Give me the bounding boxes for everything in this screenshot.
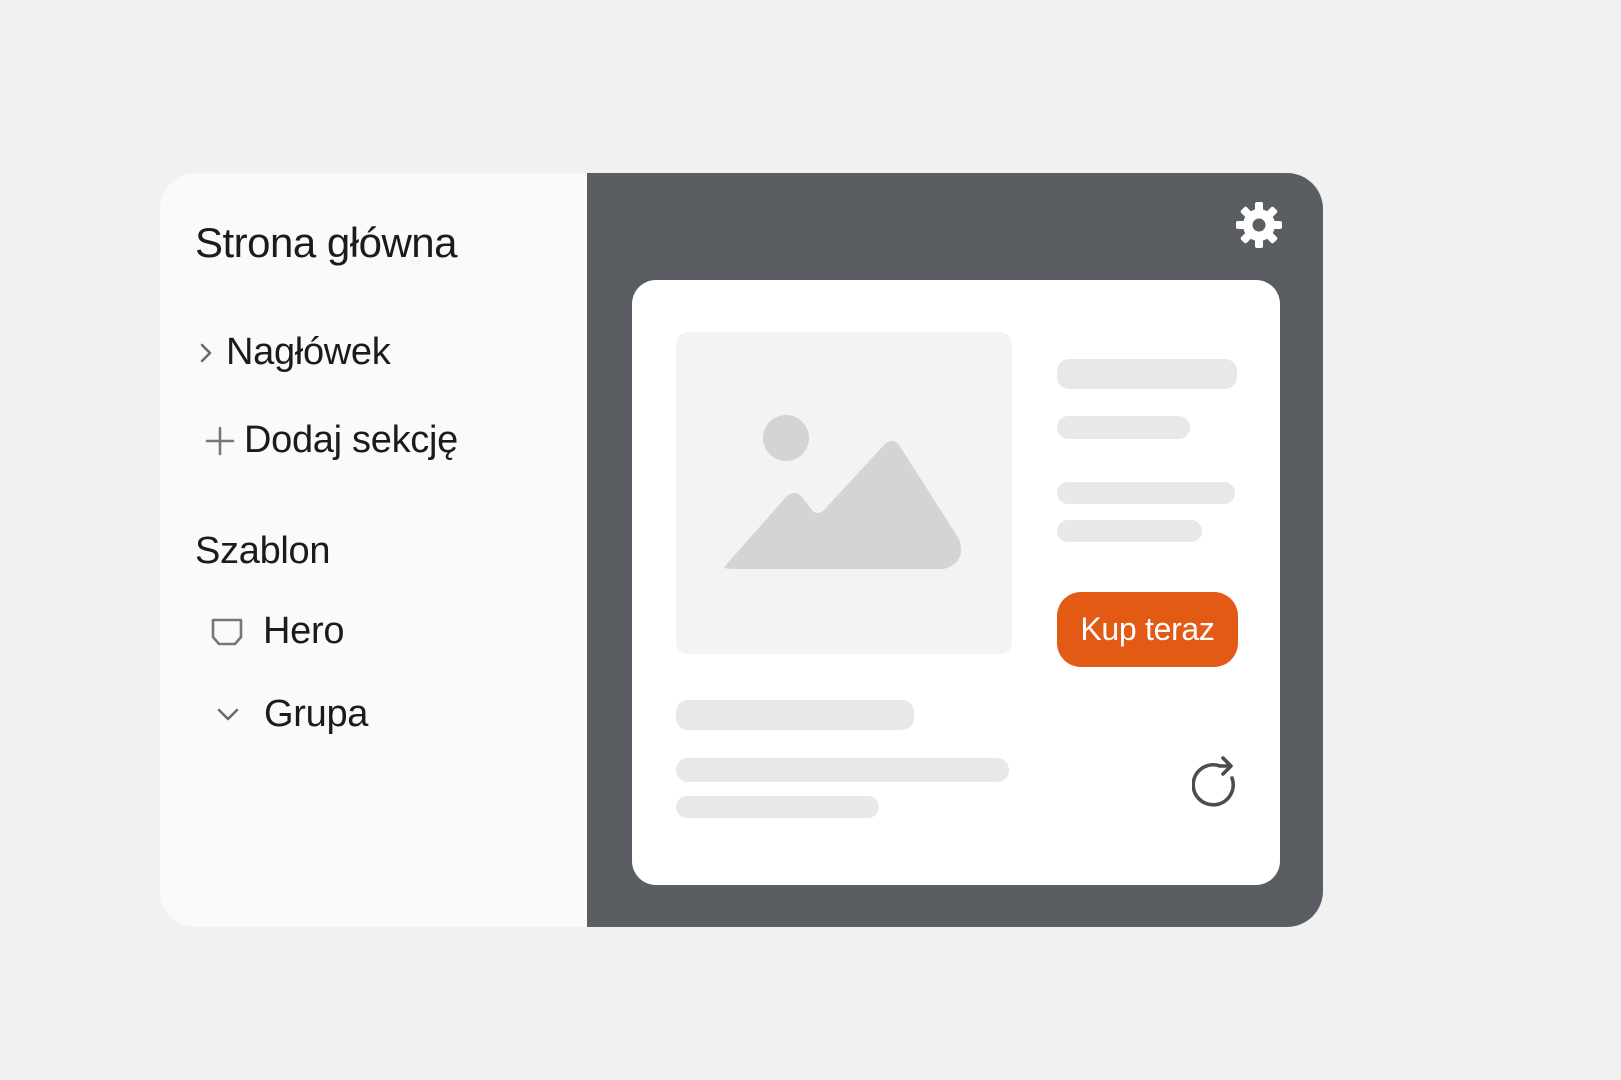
buy-now-button[interactable]: Kup teraz <box>1057 592 1238 667</box>
sidebar-item-label: Nagłówek <box>226 331 391 373</box>
text-placeholder <box>1057 482 1235 504</box>
add-section-label: Dodaj sekcję <box>244 419 458 461</box>
text-placeholder <box>676 758 1009 782</box>
sidebar: Strona główna Nagłówek Dodaj sekcję Szab… <box>160 173 587 927</box>
template-item-label: Hero <box>263 610 345 652</box>
text-placeholder <box>676 700 914 730</box>
text-placeholder <box>1057 520 1202 542</box>
refresh-icon[interactable] <box>1191 748 1248 812</box>
chevron-right-icon[interactable] <box>196 333 216 373</box>
template-item-grupa[interactable]: Grupa <box>216 693 368 736</box>
template-section-title: Szablon <box>195 530 331 572</box>
text-placeholder <box>676 796 879 818</box>
preview-canvas: Kup teraz <box>587 173 1323 927</box>
image-placeholder-icon <box>676 332 1012 654</box>
preview-card: Kup teraz <box>632 280 1280 885</box>
text-placeholder <box>1057 416 1190 439</box>
editor-window: Strona główna Nagłówek Dodaj sekcję Szab… <box>160 173 1323 927</box>
template-item-label: Grupa <box>264 693 369 735</box>
template-item-hero[interactable]: Hero <box>210 610 344 653</box>
text-placeholder <box>1057 359 1237 389</box>
plus-icon <box>204 421 236 461</box>
hero-block-icon <box>210 612 244 652</box>
gear-icon[interactable] <box>1235 201 1283 249</box>
chevron-down-icon[interactable] <box>216 695 240 735</box>
sidebar-item-naglowek[interactable]: Nagłówek <box>196 331 391 374</box>
page-title: Strona główna <box>195 219 458 266</box>
add-section-button[interactable]: Dodaj sekcję <box>204 419 458 462</box>
